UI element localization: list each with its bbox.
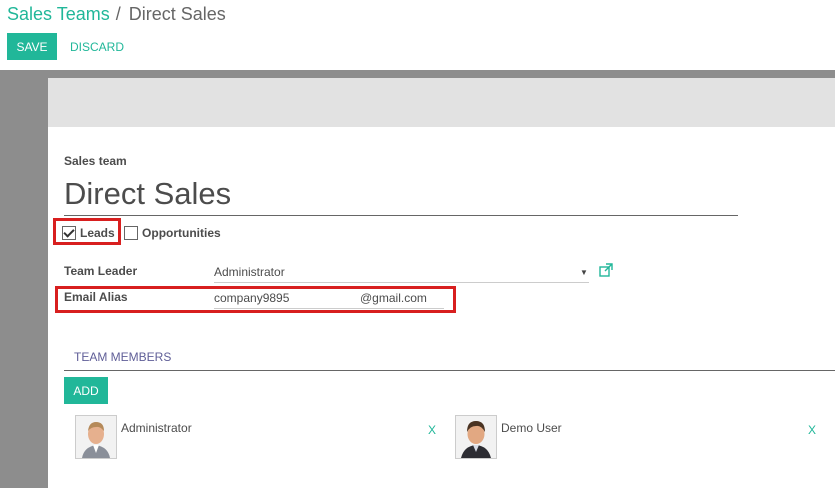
discard-button[interactable]: DISCARD bbox=[63, 33, 131, 60]
status-bar bbox=[48, 78, 835, 127]
breadcrumb-current: Direct Sales bbox=[128, 4, 226, 24]
tab-team-members[interactable]: TEAM MEMBERS bbox=[64, 342, 184, 371]
breadcrumb-separator: / bbox=[115, 4, 121, 24]
save-button[interactable]: SAVE bbox=[7, 33, 57, 60]
dropdown-caret-icon[interactable]: ▼ bbox=[580, 268, 588, 277]
avatar bbox=[455, 415, 497, 459]
tab-divider bbox=[184, 370, 835, 371]
opportunities-checkbox[interactable] bbox=[124, 225, 139, 240]
email-alias-label: Email Alias bbox=[64, 290, 128, 304]
team-type-options: Leads Opportunities bbox=[62, 225, 221, 245]
email-alias-input[interactable]: company9895 bbox=[214, 291, 289, 305]
demo-user-portrait-icon bbox=[456, 416, 496, 458]
remove-member-administrator-button[interactable]: X bbox=[428, 423, 436, 437]
email-alias-underline bbox=[214, 308, 444, 309]
member-name: Demo User bbox=[501, 421, 562, 435]
form-sheet: Sales team Direct Sales Leads Opportunit… bbox=[48, 78, 835, 488]
breadcrumb: Sales Teams / Direct Sales bbox=[7, 4, 226, 25]
sales-team-label: Sales team bbox=[64, 154, 127, 168]
opportunities-label[interactable]: Opportunities bbox=[142, 226, 221, 240]
breadcrumb-sales-teams-link[interactable]: Sales Teams bbox=[7, 4, 110, 24]
remove-member-demo-user-button[interactable]: X bbox=[808, 423, 816, 437]
team-leader-underline bbox=[214, 282, 589, 283]
add-member-button[interactable]: ADD bbox=[64, 377, 108, 404]
avatar bbox=[75, 415, 117, 459]
email-alias-domain: @gmail.com bbox=[360, 291, 427, 305]
administrator-portrait-icon bbox=[76, 416, 116, 458]
leads-checkbox[interactable] bbox=[62, 225, 76, 240]
team-leader-label: Team Leader bbox=[64, 264, 138, 278]
gray-band bbox=[0, 70, 835, 78]
team-leader-select[interactable]: Administrator bbox=[214, 265, 285, 279]
team-name-input[interactable]: Direct Sales bbox=[64, 173, 738, 216]
leads-label[interactable]: Leads bbox=[80, 226, 115, 240]
control-panel: Sales Teams / Direct Sales SAVE DISCARD bbox=[0, 0, 835, 70]
external-link-icon[interactable] bbox=[599, 263, 613, 277]
member-name: Administrator bbox=[121, 421, 192, 435]
left-gutter bbox=[0, 78, 48, 488]
